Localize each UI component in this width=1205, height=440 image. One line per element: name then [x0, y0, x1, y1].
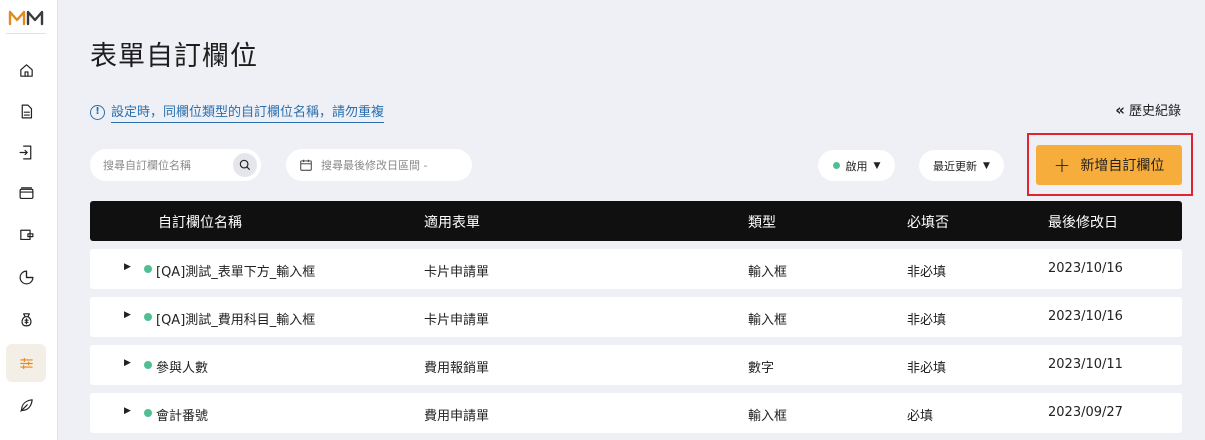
type-cell: 輸入框	[748, 265, 788, 280]
enabled-status-dot	[832, 162, 840, 169]
sidebar-item-documents[interactable]	[6, 92, 46, 130]
sidebar-item-custom-fields[interactable]	[6, 344, 46, 382]
required-cell: 非必填	[907, 361, 947, 376]
last-modified-cell: 2023/10/11	[1048, 357, 1123, 372]
add-button-label: 新增自訂欄位	[1080, 158, 1165, 174]
field-name-cell: [QA]測試_表單下方_輸入框	[156, 265, 316, 280]
status-filter-dropdown[interactable]: 啟用 ▼	[818, 150, 895, 181]
brand-logo[interactable]	[8, 8, 46, 26]
status-filter-label: 啟用	[845, 159, 868, 173]
enabled-status-dot	[144, 409, 152, 417]
money-bag-icon	[20, 312, 32, 326]
column-header-form[interactable]: 適用表單	[424, 212, 480, 232]
form-cell: 卡片申請單	[424, 313, 490, 328]
leaf-icon	[19, 398, 33, 412]
history-label: 歷史紀錄	[1128, 104, 1181, 119]
expand-arrow-icon[interactable]: ▶	[124, 262, 131, 272]
add-custom-field-button[interactable]: + 新增自訂欄位	[1036, 145, 1182, 185]
sidebar-item-cards[interactable]	[6, 174, 46, 212]
date-range-filter[interactable]: 搜尋最後修改日區間 -	[286, 149, 472, 181]
date-range-placeholder: 搜尋最後修改日區間 -	[321, 159, 428, 172]
field-name-search	[90, 149, 261, 181]
card-icon	[19, 186, 33, 199]
field-name-cell: [QA]測試_費用科目_輸入框	[156, 313, 316, 328]
pie-chart-icon	[19, 270, 33, 284]
sidebar-item-home[interactable]	[6, 51, 46, 89]
expand-arrow-icon[interactable]: ▶	[124, 310, 131, 320]
import-icon	[19, 145, 31, 159]
type-cell: 輸入框	[748, 313, 788, 328]
type-cell: 輸入框	[748, 409, 788, 424]
column-header-last-modified[interactable]: 最後修改日	[1048, 212, 1118, 232]
sidebar-item-sustainability[interactable]	[6, 386, 46, 424]
form-cell: 費用申請單	[424, 409, 490, 424]
enabled-status-dot	[144, 265, 152, 273]
sort-label: 最近更新	[933, 159, 978, 173]
column-header-name[interactable]: 自訂欄位名稱	[158, 212, 242, 232]
search-button[interactable]	[233, 153, 257, 177]
sidebar-item-wallet[interactable]	[6, 215, 46, 253]
sidebar-item-reports[interactable]	[6, 258, 46, 296]
table-row[interactable]: ▶ [QA]測試_表單下方_輸入框 卡片申請單 輸入框 非必填 2023/10/…	[90, 249, 1182, 289]
double-chevron-left-icon: «	[1115, 100, 1125, 119]
last-modified-cell: 2023/10/16	[1048, 261, 1123, 276]
table-header: 自訂欄位名稱 適用表單 類型 必填否 最後修改日	[90, 201, 1182, 241]
document-icon	[21, 104, 32, 118]
type-cell: 數字	[748, 361, 775, 376]
enabled-status-dot	[144, 361, 152, 369]
sidebar-item-expenses[interactable]	[6, 300, 46, 338]
sidebar	[0, 0, 58, 440]
logo-divider	[6, 33, 46, 34]
plus-icon: +	[1053, 153, 1071, 177]
table-row[interactable]: ▶ 參與人數 費用報銷單 數字 非必填 2023/10/11	[90, 345, 1182, 385]
column-header-type[interactable]: 類型	[748, 212, 776, 232]
last-modified-cell: 2023/10/16	[1048, 309, 1123, 324]
table-row[interactable]: ▶ 會計番號 費用申請單 輸入框 必填 2023/09/27	[90, 393, 1182, 433]
field-name-cell: 參與人數	[156, 361, 209, 376]
info-icon: !	[90, 104, 105, 120]
expand-arrow-icon[interactable]: ▶	[124, 358, 131, 368]
last-modified-cell: 2023/09/27	[1048, 405, 1123, 420]
sliders-icon	[19, 357, 33, 369]
calendar-icon	[300, 159, 312, 171]
home-icon	[19, 63, 33, 77]
field-name-cell: 會計番號	[156, 409, 209, 424]
enabled-status-dot	[144, 313, 152, 321]
wallet-icon	[19, 229, 33, 240]
required-cell: 非必填	[907, 265, 947, 280]
caret-down-icon: ▼	[983, 160, 990, 171]
history-link[interactable]: « 歷史紀錄	[1115, 100, 1181, 120]
form-cell: 費用報銷單	[424, 361, 490, 376]
column-header-required[interactable]: 必填否	[907, 212, 949, 232]
search-icon	[239, 159, 251, 171]
caret-down-icon: ▼	[873, 160, 881, 171]
table-row[interactable]: ▶ [QA]測試_費用科目_輸入框 卡片申請單 輸入框 非必填 2023/10/…	[90, 297, 1182, 337]
sidebar-item-import[interactable]	[6, 133, 46, 171]
required-cell: 必填	[907, 409, 934, 424]
notice-text: 設定時，同欄位類型的自訂欄位名稱，請勿重複	[111, 101, 385, 123]
form-cell: 卡片申請單	[424, 265, 490, 280]
expand-arrow-icon[interactable]: ▶	[124, 406, 131, 416]
required-cell: 非必填	[907, 313, 947, 328]
page-title: 表單自訂欄位	[90, 41, 258, 72]
sort-dropdown[interactable]: 最近更新 ▼	[919, 150, 1004, 181]
duplicate-name-notice: ! 設定時，同欄位類型的自訂欄位名稱，請勿重複	[90, 101, 385, 123]
search-input[interactable]	[103, 158, 223, 172]
